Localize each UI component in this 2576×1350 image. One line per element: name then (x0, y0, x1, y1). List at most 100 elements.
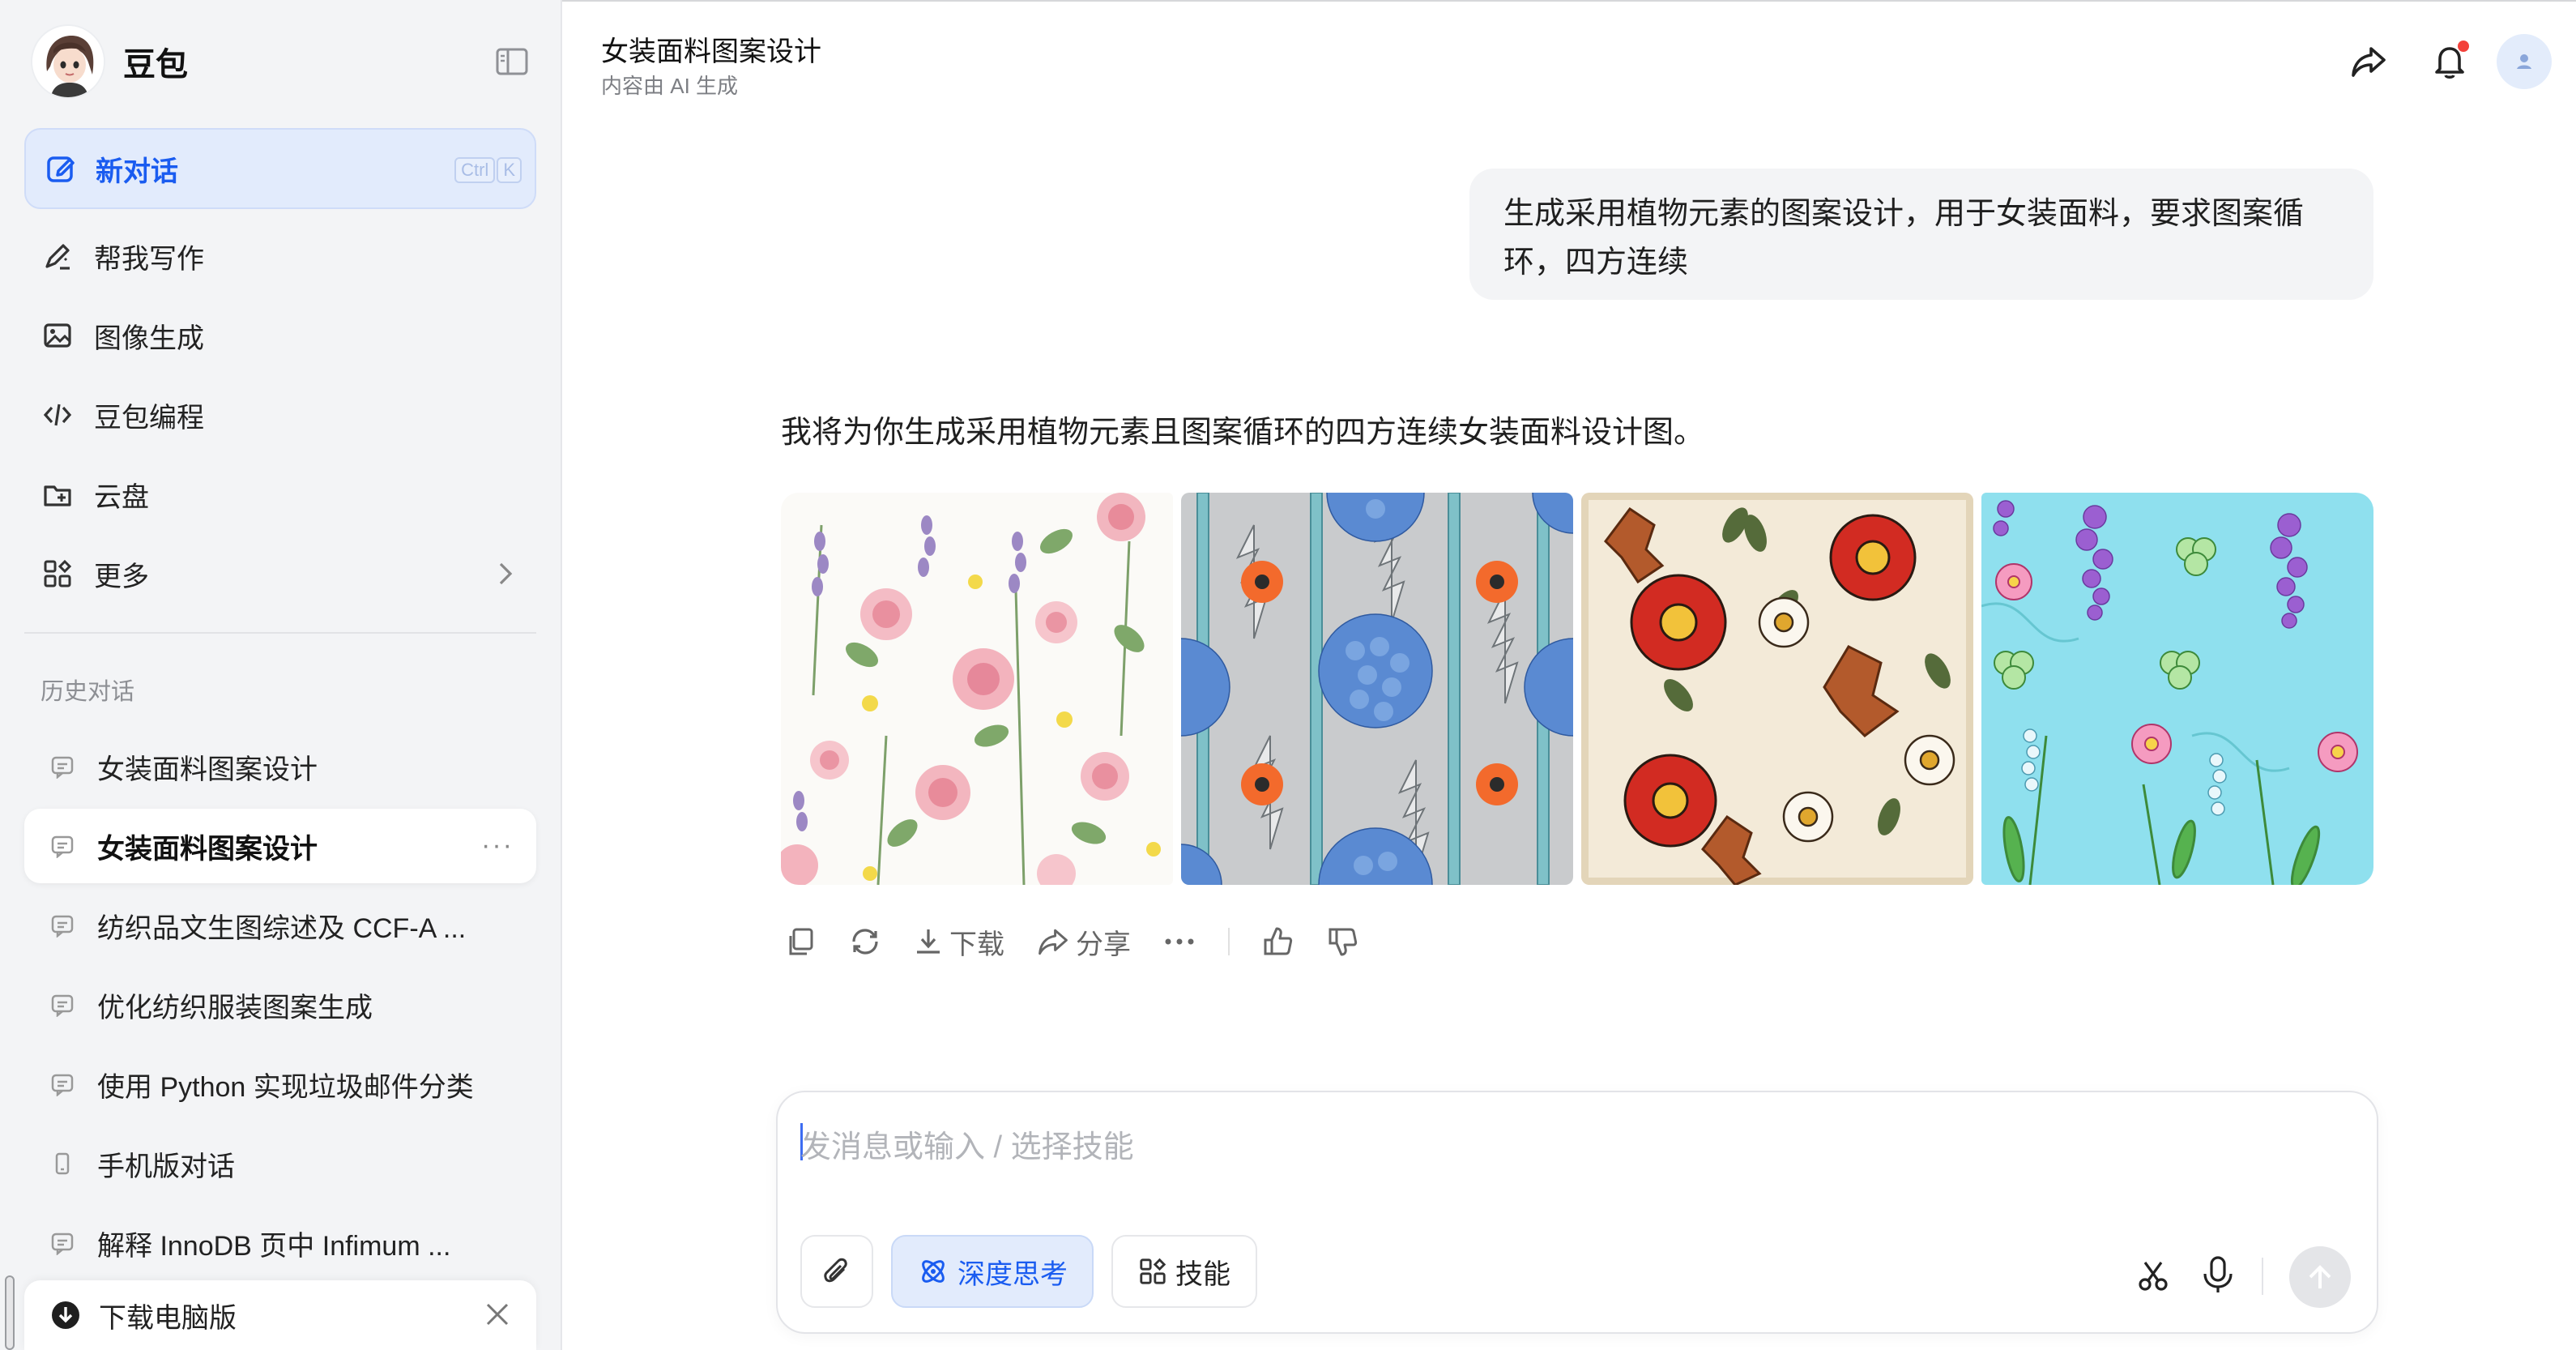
history-item[interactable]: 解释 InnoDB 页中 Infimum ... (24, 1206, 536, 1280)
download-button[interactable]: 下载 (914, 921, 1004, 963)
copy-button[interactable] (786, 921, 817, 963)
user-avatar[interactable] (2497, 34, 2552, 89)
conversation-subtitle: 内容由 AI 生成 (601, 74, 739, 98)
user-message-bubble: 生成采用植物元素的图案设计，用于女装面料，要求图案循环，四方连续 (1469, 169, 2373, 300)
history-item-label: 手机版对话 (97, 1151, 235, 1182)
generated-image-grid (781, 493, 2373, 885)
chevron-right-icon (499, 562, 513, 585)
thumbs-down-icon (1329, 928, 1358, 956)
history-item-label: 优化纺织服装图案生成 (97, 992, 373, 1023)
new-chat-label: 新对话 (96, 156, 178, 187)
nav-item-cloud[interactable]: 云盘 (24, 460, 536, 528)
attach-button[interactable] (800, 1235, 873, 1308)
copy-icon (789, 928, 813, 955)
code-icon (43, 404, 72, 426)
share-button[interactable] (2348, 41, 2390, 83)
download-desktop-button[interactable]: 下载电脑版 (24, 1280, 536, 1350)
sidebar-collapse-icon[interactable] (496, 47, 528, 76)
apps-icon (1140, 1258, 1166, 1284)
microphone-icon (2203, 1256, 2233, 1292)
download-circle-icon (52, 1301, 79, 1329)
regenerate-button[interactable] (849, 921, 881, 963)
shortcut-key: Ctrl (454, 157, 496, 183)
nav-item-writing[interactable]: 帮我写作 (24, 222, 536, 290)
nav-item-coding[interactable]: 豆包编程 (24, 381, 536, 449)
chat-bubble-icon (51, 1074, 74, 1096)
arrow-up-icon (2309, 1265, 2331, 1288)
history-item[interactable]: 使用 Python 实现垃圾邮件分类 (24, 1047, 536, 1121)
user-icon (2517, 54, 2531, 69)
scissors-button[interactable] (2135, 1258, 2171, 1297)
share-icon (2352, 47, 2386, 77)
conversation-title: 女装面料图案设计 (601, 36, 821, 67)
voice-input-button[interactable] (2200, 1254, 2236, 1299)
share-icon (1039, 929, 1068, 955)
apps-icon (44, 559, 72, 587)
message-action-bar: 下载 分享 (786, 921, 1392, 963)
shortcut-key: K (497, 157, 522, 183)
history-item-label: 使用 Python 实现垃圾邮件分类 (97, 1071, 474, 1103)
notification-badge (2458, 41, 2469, 52)
generated-image-3[interactable] (1581, 493, 1973, 885)
history-item-label: 女装面料图案设计 (97, 833, 318, 865)
edit-icon (47, 156, 75, 182)
more-actions-button[interactable] (1163, 921, 1196, 963)
deep-think-toggle[interactable]: 深度思考 (891, 1235, 1094, 1308)
nav-item-image-gen[interactable]: 图像生成 (24, 301, 536, 370)
brand[interactable]: 豆包 (31, 24, 188, 99)
chat-bubble-icon (51, 1233, 74, 1255)
like-button[interactable] (1262, 921, 1294, 963)
message-composer[interactable]: 发消息或输入 / 选择技能 深度思考 技能 (776, 1091, 2378, 1334)
composer-separator (2262, 1258, 2263, 1295)
nav-item-label: 帮我写作 (94, 243, 204, 275)
history-item-label: 纺织品文生图综述及 CCF-A ... (97, 912, 467, 944)
action-separator (1228, 928, 1230, 955)
history-section-title: 历史对话 (41, 679, 135, 705)
chat-bubble-icon (51, 994, 74, 1017)
history-item[interactable]: 纺织品文生图综述及 CCF-A ... (24, 888, 536, 963)
atom-icon (922, 1260, 945, 1283)
download-label: 下载电脑版 (99, 1302, 237, 1334)
send-button[interactable] (2289, 1246, 2351, 1308)
generated-image-1[interactable] (781, 493, 1173, 885)
assistant-reply-text: 我将为你生成采用植物元素且图案循环的四方连续女装面料设计图。 (781, 416, 1705, 450)
chat-bubble-icon (51, 756, 74, 779)
nav-item-label: 云盘 (94, 481, 149, 513)
history-item[interactable]: 优化纺织服装图案生成 (24, 968, 536, 1042)
download-label: 下载 (949, 929, 1004, 960)
dislike-button[interactable] (1327, 921, 1359, 963)
composer-placeholder: 发消息或输入 / 选择技能 (800, 1130, 1134, 1164)
scissors-icon (2139, 1262, 2168, 1291)
doubao-avatar (31, 24, 105, 99)
phone-icon (55, 1152, 70, 1175)
chat-bubble-icon (51, 915, 74, 938)
history-item[interactable]: 手机版对话 (24, 1126, 536, 1201)
sidebar: 豆包 新对话 Ctrl K 帮我写作 图像生成 豆包编程 云盘 更多 历史对话 … (0, 0, 562, 1350)
nav-item-label: 图像生成 (94, 323, 204, 354)
ellipsis-icon (1165, 938, 1194, 945)
nav-item-label: 更多 (94, 561, 149, 592)
history-item-active[interactable]: 女装面料图案设计 ··· (24, 809, 536, 883)
generated-image-2[interactable] (1181, 493, 1573, 885)
close-icon[interactable] (483, 1300, 512, 1329)
share-label: 分享 (1076, 929, 1131, 960)
nav-item-more[interactable]: 更多 (24, 540, 536, 608)
cloud-folder-icon (44, 485, 71, 506)
refresh-icon (852, 929, 878, 955)
deep-think-label: 深度思考 (957, 1258, 1068, 1290)
history-item[interactable]: 女装面料图案设计 (24, 729, 536, 804)
shortcut-hint: Ctrl K (454, 157, 522, 183)
new-chat-button[interactable]: 新对话 Ctrl K (24, 128, 536, 209)
share-reply-button[interactable]: 分享 (1037, 921, 1131, 963)
history-item-label: 女装面料图案设计 (97, 754, 318, 785)
more-options-icon[interactable]: ··· (481, 830, 514, 861)
generated-image-4[interactable] (1981, 493, 2373, 885)
paperclip-icon (824, 1258, 847, 1283)
nav-item-label: 豆包编程 (94, 402, 204, 434)
skills-button[interactable]: 技能 (1111, 1235, 1257, 1308)
skills-label: 技能 (1175, 1258, 1230, 1290)
thumbs-up-icon (1264, 927, 1293, 955)
sidebar-divider (24, 632, 536, 634)
sidebar-scrollbar[interactable] (5, 1275, 15, 1350)
download-icon (917, 929, 940, 954)
